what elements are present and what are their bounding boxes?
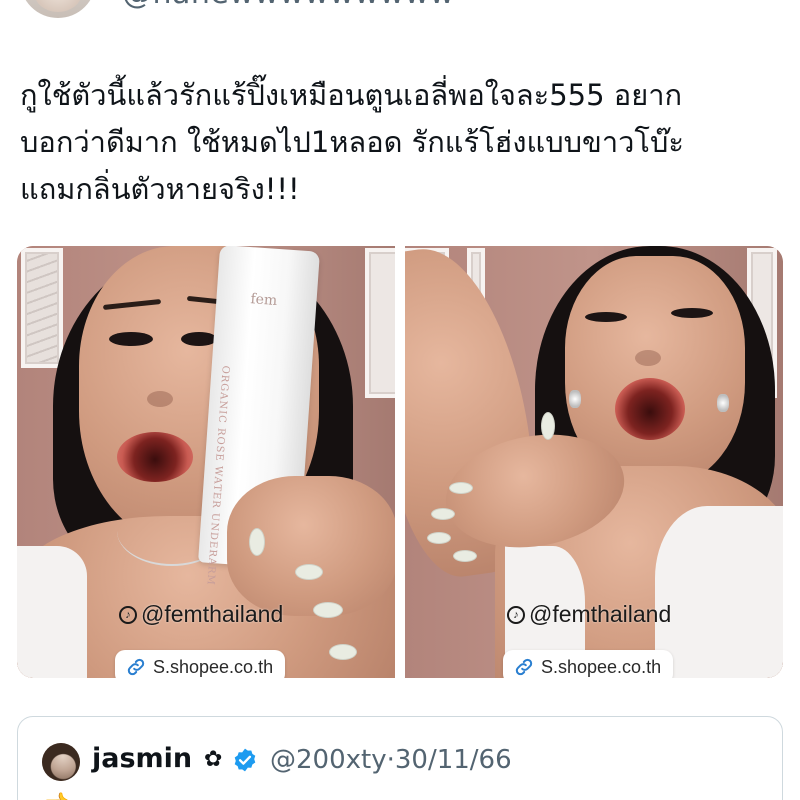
tweet-media: fem ORGANIC ROSE WATER UNDERARM ♪ @femth… bbox=[17, 246, 783, 678]
tiktok-icon: ♪ bbox=[507, 605, 525, 624]
fingernail bbox=[453, 550, 477, 562]
wall-frame bbox=[365, 248, 395, 398]
quoted-avatar[interactable] bbox=[42, 743, 80, 781]
author-handle[interactable]: @nanewwwwwwwww bbox=[122, 0, 455, 11]
meta-separator: · bbox=[386, 745, 395, 775]
link-label: S.shopee.co.th bbox=[153, 656, 274, 677]
mouth bbox=[615, 378, 685, 440]
mouth bbox=[117, 432, 193, 482]
link-icon bbox=[515, 658, 533, 676]
fingernail bbox=[295, 564, 323, 580]
fingernail bbox=[329, 644, 357, 660]
quoted-handle[interactable]: @200xty bbox=[270, 745, 387, 775]
watermark-text: @femthailand bbox=[529, 601, 672, 627]
eye bbox=[109, 332, 153, 346]
wall-frame bbox=[21, 248, 63, 368]
fingernail bbox=[249, 528, 265, 556]
watermark-text: @femthailand bbox=[141, 601, 284, 627]
media-photo-2[interactable]: ♪ @femthailand S.shopee.co.th bbox=[405, 246, 783, 678]
fingernail bbox=[541, 412, 555, 440]
flower-emoji: ✿ bbox=[204, 747, 223, 772]
white-top bbox=[655, 506, 783, 678]
verified-badge-icon bbox=[234, 748, 256, 772]
tiktok-watermark: ♪ @femthailand bbox=[507, 601, 671, 628]
earring bbox=[717, 394, 729, 412]
eye bbox=[181, 332, 217, 346]
tweet-page: @nanewwwwwwwww กูใช้ตัวนี้แล้วรักแร้ปิ๊ง… bbox=[0, 0, 800, 800]
earring bbox=[569, 390, 581, 408]
author-avatar[interactable] bbox=[20, 0, 96, 18]
eye bbox=[585, 312, 627, 322]
link-label: S.shopee.co.th bbox=[541, 656, 662, 677]
product-label: ORGANIC ROSE WATER UNDERARM bbox=[204, 365, 231, 587]
white-top bbox=[17, 546, 87, 678]
author-avatar-face bbox=[34, 0, 82, 12]
fingernail bbox=[431, 508, 455, 520]
eye bbox=[671, 308, 713, 318]
fingernail bbox=[449, 482, 473, 494]
tiktok-watermark: ♪ @femthailand bbox=[119, 601, 283, 628]
fingernail bbox=[427, 532, 451, 544]
link-icon bbox=[127, 658, 145, 676]
product-logo: fem bbox=[249, 291, 278, 309]
quoted-meta: @200xty·30/11/66 bbox=[270, 745, 512, 775]
tweet-text: กูใช้ตัวนี้แล้วรักแร้ปิ๊งเหมือนตูนเอลี่พ… bbox=[20, 78, 684, 206]
nose bbox=[147, 391, 173, 407]
nose bbox=[635, 350, 661, 366]
quoted-avatar-hair bbox=[42, 743, 80, 781]
quoted-display-name[interactable]: jasmin bbox=[92, 743, 192, 774]
fingernail bbox=[313, 602, 343, 618]
shopee-link-pill[interactable]: S.shopee.co.th bbox=[115, 650, 286, 678]
quoted-text-cropped: 👈 ... bbox=[42, 791, 107, 800]
quoted-tweet[interactable]: jasmin ✿ @200xty·30/11/66 👈 ... bbox=[17, 716, 783, 800]
media-photo-1[interactable]: fem ORGANIC ROSE WATER UNDERARM ♪ @femth… bbox=[17, 246, 395, 678]
tiktok-icon: ♪ bbox=[119, 605, 137, 624]
tweet-author-row: @nanewwwwwwwww bbox=[0, 0, 800, 22]
shopee-link-pill[interactable]: S.shopee.co.th bbox=[503, 650, 674, 678]
quoted-date[interactable]: 30/11/66 bbox=[395, 745, 512, 775]
